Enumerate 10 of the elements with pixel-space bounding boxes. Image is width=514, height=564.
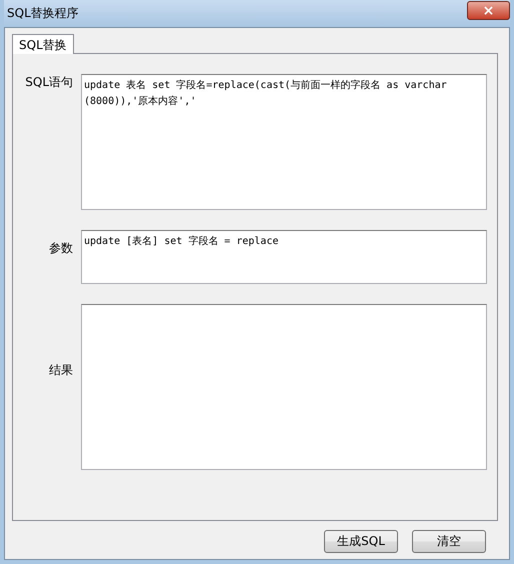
field-label: 参数 — [48, 240, 74, 257]
window-title: SQL替换程序 — [7, 5, 79, 22]
field-label: 结果 — [48, 362, 74, 379]
text-area[interactable]: update [表名] set 字段名 = replace — [81, 230, 487, 284]
text-area[interactable] — [81, 304, 487, 470]
tab[interactable]: SQL替换 — [12, 34, 74, 54]
field-label: SQL语句 — [24, 74, 74, 91]
action-button[interactable]: 生成SQL — [324, 530, 398, 553]
text-area[interactable]: update 表名 set 字段名=replace(cast(与前面一样的字段名 as varchar (8000)),'原本内容',' — [81, 74, 487, 210]
action-button[interactable]: 清空 — [412, 530, 486, 553]
